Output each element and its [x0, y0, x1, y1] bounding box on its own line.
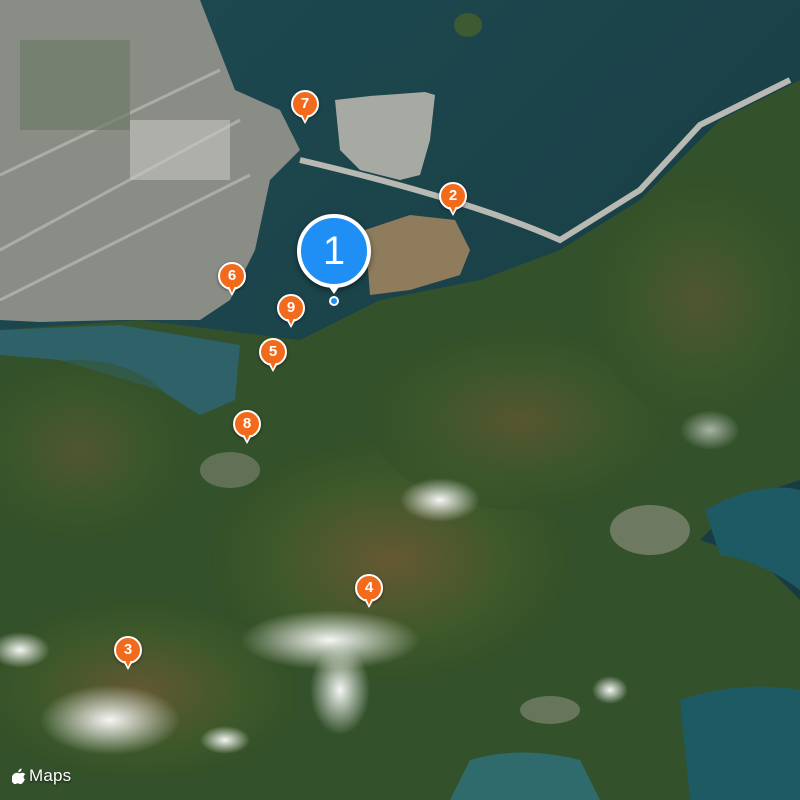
- primary-marker-label: 1: [297, 214, 371, 288]
- maps-attribution[interactable]: Maps: [12, 766, 71, 786]
- map-marker-8[interactable]: 8: [233, 410, 261, 446]
- satellite-map[interactable]: 1 2 3 4 5 6 7 8 9 Maps: [0, 0, 800, 800]
- maps-label: Maps: [29, 766, 72, 785]
- map-marker-7[interactable]: 7: [291, 90, 319, 126]
- map-marker-4[interactable]: 4: [355, 574, 383, 610]
- map-marker-9[interactable]: 9: [277, 294, 305, 330]
- map-marker-3[interactable]: 3: [114, 636, 142, 672]
- location-dot: [329, 296, 339, 306]
- map-marker-5[interactable]: 5: [259, 338, 287, 374]
- satellite-imagery: [0, 0, 800, 800]
- primary-location-marker[interactable]: 1: [297, 214, 371, 306]
- map-marker-6[interactable]: 6: [218, 262, 246, 298]
- map-marker-2[interactable]: 2: [439, 182, 467, 218]
- apple-logo-icon: [12, 768, 26, 784]
